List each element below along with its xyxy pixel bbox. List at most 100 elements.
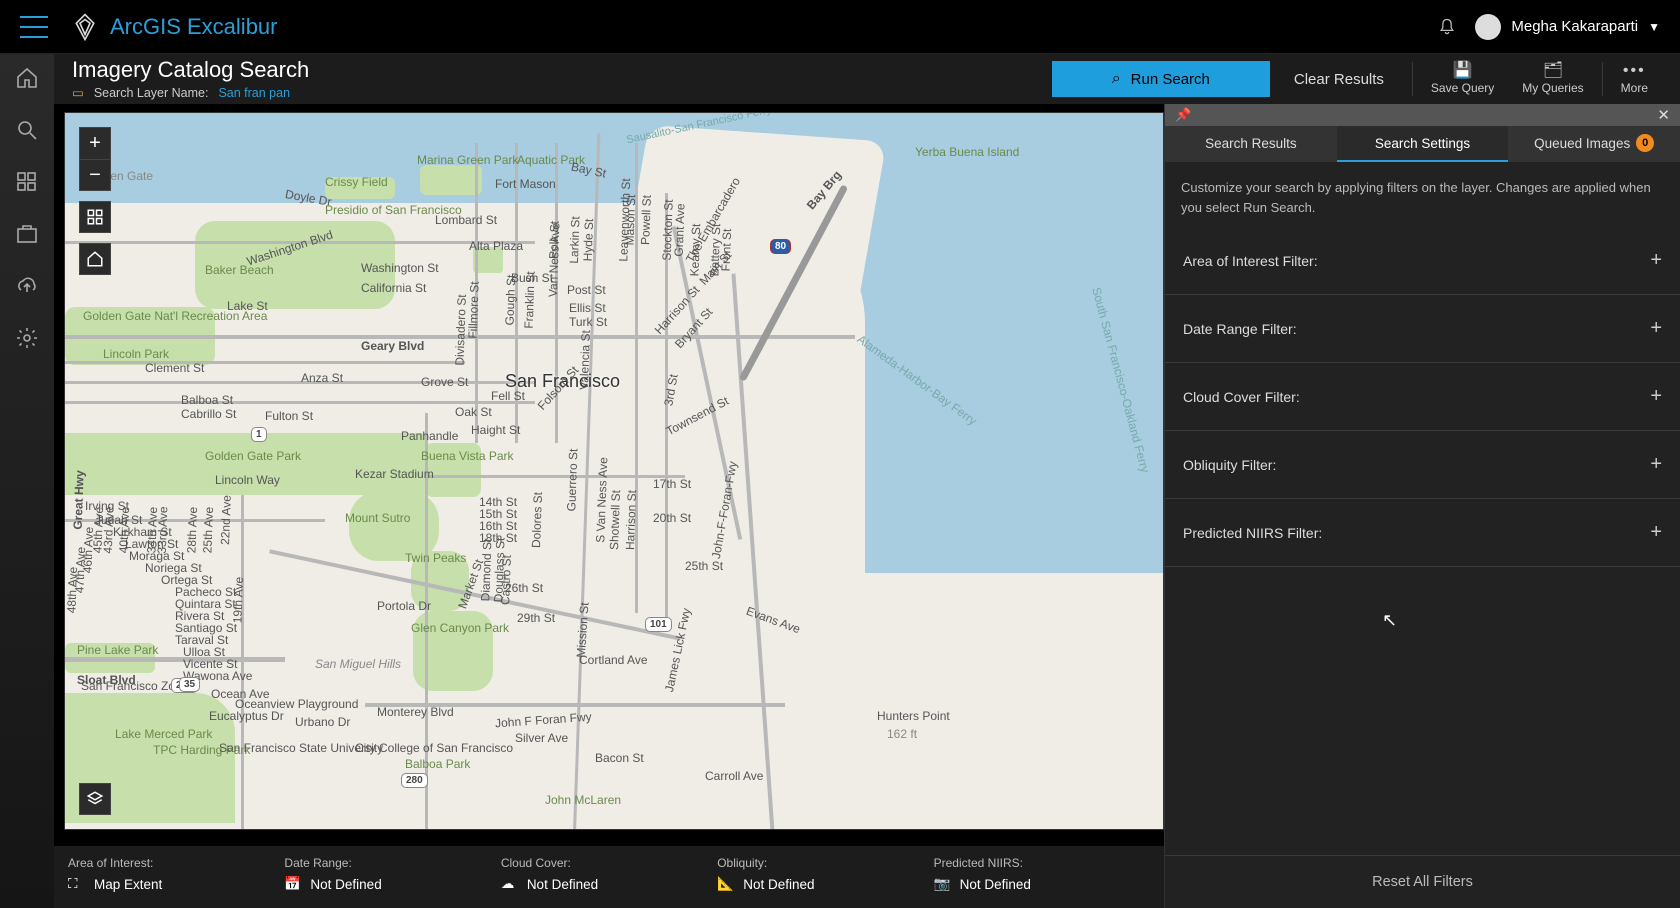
tab-label: Queued Images — [1534, 136, 1630, 151]
footer-obliquity: Obliquity: 📐Not Defined — [717, 856, 933, 902]
bell-icon[interactable] — [1437, 17, 1457, 37]
save-query-button[interactable]: 💾 Save Query — [1417, 63, 1508, 95]
left-nav — [0, 54, 54, 908]
map-label: Glen Canyon Park — [411, 621, 471, 635]
more-icon: ••• — [1623, 63, 1646, 79]
basemap-gallery-button[interactable] — [79, 201, 111, 233]
map-label: Clement St — [145, 361, 204, 375]
user-name: Megha Kakaraparti — [1511, 18, 1638, 35]
map-label: Washington St — [361, 261, 439, 275]
plus-icon: + — [1650, 385, 1662, 408]
tab-search-settings[interactable]: Search Settings — [1337, 126, 1509, 162]
footer-value: Not Defined — [743, 877, 814, 892]
page-title: Imagery Catalog Search — [72, 57, 309, 83]
search-icon[interactable] — [15, 118, 39, 142]
map-label: TPC Harding Park — [153, 743, 213, 757]
tab-label: Search Settings — [1375, 136, 1470, 151]
map-label: Fulton St — [265, 409, 313, 423]
map-label: 48th Ave — [64, 567, 80, 614]
hamburger-icon[interactable] — [20, 16, 48, 38]
zoom-out-button[interactable]: − — [79, 159, 111, 191]
footer-cloud: Cloud Cover: ☁Not Defined — [501, 856, 717, 902]
layer-link[interactable]: San fran pan — [218, 86, 290, 101]
footer-label: Date Range: — [284, 856, 500, 870]
filter-obliquity[interactable]: Obliquity Filter:+ — [1165, 431, 1680, 499]
my-queries-button[interactable]: 🗂 My Queries — [1508, 63, 1597, 95]
layers-button[interactable] — [79, 783, 111, 815]
map-shield: 280 — [401, 773, 428, 788]
map-label: Cortland Ave — [579, 653, 648, 667]
tab-search-results[interactable]: Search Results — [1165, 126, 1337, 162]
map-label: Kearny St — [687, 223, 703, 276]
tab-queued-images[interactable]: Queued Images 0 — [1508, 126, 1680, 162]
map-label: 19th Ave — [230, 577, 246, 624]
map-label: Front St — [719, 228, 734, 271]
filter-niirs[interactable]: Predicted NIIRS Filter:+ — [1165, 499, 1680, 567]
right-panel: 📌 ✕ Search Results Search Settings Queue… — [1164, 104, 1680, 908]
map-label: San Francisco State University — [219, 741, 339, 755]
more-button[interactable]: ••• More — [1607, 63, 1662, 95]
map-label: Monterey Blvd — [377, 705, 454, 719]
map-label: Lombard St — [435, 213, 497, 227]
layer-icon: ▭ — [72, 86, 84, 101]
map-label: Great Hwy — [71, 470, 87, 530]
map-label: Yerba Buena Island — [915, 145, 1005, 159]
my-queries-label: My Queries — [1522, 81, 1583, 95]
map-label: Lincoln Park — [103, 347, 169, 361]
map-label: Fort Mason — [495, 177, 535, 191]
map-label: Alta Plaza — [469, 239, 509, 253]
map-label: Balboa Park — [405, 757, 465, 771]
close-icon[interactable]: ✕ — [1657, 106, 1670, 124]
queued-count-badge: 0 — [1636, 134, 1654, 152]
user-menu[interactable]: Megha Kakaraparti ▼ — [1475, 14, 1660, 40]
pin-icon[interactable]: 📌 — [1175, 107, 1191, 123]
filter-cloud[interactable]: Cloud Cover Filter:+ — [1165, 363, 1680, 431]
app-logo[interactable]: ArcGIS Excalibur — [70, 12, 278, 42]
footer-value: Not Defined — [310, 877, 381, 892]
map-label: 162 ft — [887, 727, 917, 741]
map-shield: 1 — [251, 427, 267, 442]
reset-filters-button[interactable]: Reset All Filters — [1372, 874, 1473, 890]
map-shield: 80 — [770, 239, 791, 254]
camera-icon: 📷 — [934, 876, 952, 892]
filter-date[interactable]: Date Range Filter:+ — [1165, 295, 1680, 363]
filter-label: Obliquity Filter: — [1183, 457, 1276, 473]
gear-icon[interactable] — [15, 326, 39, 350]
map-label: Ocean Ave — [211, 687, 270, 701]
run-search-label: Run Search — [1131, 71, 1210, 88]
home-icon[interactable] — [15, 66, 39, 90]
map-label: Haight St — [471, 423, 520, 437]
map-label: Dolores St — [529, 492, 545, 548]
map-label: Lake St — [227, 299, 268, 313]
save-icon: 💾 — [1453, 63, 1473, 79]
map-label: San Miguel Hills — [315, 657, 401, 671]
excalibur-icon — [70, 12, 100, 42]
map-label: Kezar Stadium — [355, 467, 405, 481]
filter-aoi[interactable]: Area of Interest Filter:+ — [1165, 227, 1680, 295]
app-name: ArcGIS Excalibur — [110, 14, 278, 40]
map-label: Presidio of San Francisco — [325, 203, 445, 217]
tab-label: Search Results — [1205, 136, 1297, 151]
map-label: Grove St — [421, 375, 468, 389]
map-label: Eucalyptus Dr — [209, 709, 284, 723]
tiles-icon[interactable] — [15, 170, 39, 194]
map-label: Douglass St — [491, 537, 507, 602]
footer-value: Not Defined — [960, 877, 1031, 892]
map-container[interactable]: San Francisco Yerba Buena Island Marina … — [64, 112, 1164, 830]
map-label: Fell St — [491, 389, 525, 403]
briefcase-icon[interactable] — [15, 222, 39, 246]
filter-label: Area of Interest Filter: — [1183, 253, 1318, 269]
footer-value: Not Defined — [527, 877, 598, 892]
footer-date: Date Range: 📅Not Defined — [284, 856, 500, 902]
map-label: Geary Blvd — [361, 339, 424, 353]
home-extent-button[interactable] — [79, 243, 111, 275]
zoom-in-button[interactable]: + — [79, 127, 111, 159]
sub-header: Imagery Catalog Search ▭ Search Layer Na… — [54, 54, 1680, 104]
run-search-button[interactable]: ⌕ Run Search — [1052, 61, 1270, 97]
map-label: 26th St — [505, 581, 543, 595]
map-label: Marina Green Park — [417, 153, 477, 167]
map-label: Powell St — [638, 195, 654, 245]
map-label: Bacon St — [595, 751, 644, 765]
cloud-upload-icon[interactable] — [15, 274, 39, 298]
clear-results-button[interactable]: Clear Results — [1270, 71, 1408, 88]
